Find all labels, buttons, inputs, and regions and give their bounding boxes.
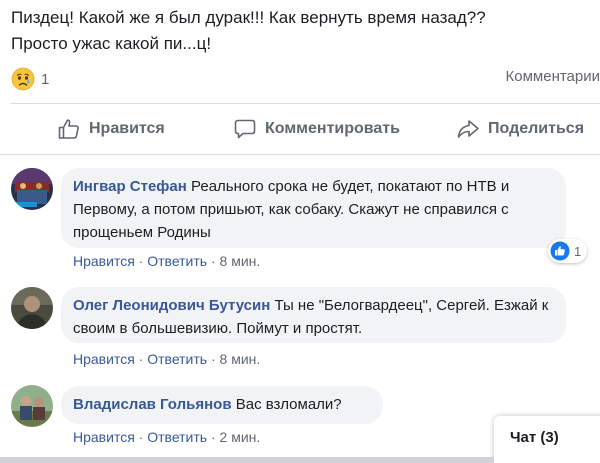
meta-separator: · [210, 351, 220, 367]
comment-bubble: Олег Леонидович Бутусин Ты не "Белогвард… [61, 287, 566, 343]
like-button-label: Нравится [89, 120, 165, 137]
comment-like-link[interactable]: Нравится [73, 253, 135, 269]
comment-like-count-badge[interactable]: 1 [548, 239, 588, 263]
avatar[interactable] [11, 287, 53, 329]
meta-separator: · [138, 429, 148, 445]
meta-separator: · [210, 253, 220, 269]
comment-author[interactable]: Владислав Гольянов [73, 396, 232, 413]
comment-button-label: Комментировать [265, 120, 400, 137]
meta-separator: · [210, 429, 220, 445]
avatar[interactable] [11, 168, 53, 210]
thumbs-up-icon [58, 119, 79, 139]
comment-meta: Нравится · Ответить · 2 мин. [73, 429, 260, 445]
comment-like-link[interactable]: Нравится [73, 429, 135, 445]
post-text-line-2: Просто ужас какой пи...ц! [11, 34, 212, 53]
comment-timestamp[interactable]: 8 мин. [220, 351, 261, 367]
meta-separator: · [138, 351, 148, 367]
horizontal-scrollbar[interactable] [0, 457, 494, 463]
reaction-count: 1 [41, 70, 50, 88]
chat-tab-label: Чат (3) [510, 429, 559, 446]
chat-tab[interactable]: Чат (3) [494, 416, 600, 463]
post-text-line-1: Пиздец! Какой же я был дурак!!! Как верн… [11, 8, 486, 27]
comment-meta: Нравится · Ответить · 8 мин. [73, 351, 260, 367]
comment-like-count: 1 [574, 243, 582, 259]
divider [11, 103, 600, 104]
post-action-bar: Нравится Комментировать Поделиться [0, 110, 600, 148]
comment-bubble: Ингвар Стефан Реального срока не будет, … [61, 168, 566, 248]
reaction-summary[interactable]: 1 [11, 66, 49, 92]
comments-count-link[interactable]: Комментарии [506, 68, 600, 85]
comment-timestamp[interactable]: 8 мин. [220, 253, 261, 269]
like-reaction-icon [550, 241, 570, 261]
share-button[interactable]: Поделиться [456, 110, 584, 148]
avatar[interactable] [11, 385, 53, 427]
share-arrow-icon [457, 120, 479, 138]
divider [0, 154, 600, 155]
comment-author[interactable]: Ингвар Стефан [73, 178, 187, 195]
comment-reply-link[interactable]: Ответить [147, 429, 207, 445]
comment-reply-link[interactable]: Ответить [147, 351, 207, 367]
share-button-label: Поделиться [488, 120, 585, 137]
comment-like-link[interactable]: Нравится [73, 351, 135, 367]
comment-button[interactable]: Комментировать [233, 110, 400, 148]
like-button[interactable]: Нравится [57, 110, 165, 148]
comment-text: Вас взломали? [235, 396, 342, 413]
comment-timestamp[interactable]: 2 мин. [220, 429, 261, 445]
meta-separator: · [138, 253, 148, 269]
post-text: Пиздец! Какой же я был дурак!!! Как верн… [11, 5, 591, 57]
comment-author[interactable]: Олег Леонидович Бутусин [73, 297, 270, 314]
comment-bubble-icon [234, 119, 256, 139]
sad-emoji-icon [11, 67, 35, 91]
comment-meta: Нравится · Ответить · 8 мин. [73, 253, 260, 269]
comment-bubble: Владислав Гольянов Вас взломали? [61, 386, 383, 424]
comment-reply-link[interactable]: Ответить [147, 253, 207, 269]
